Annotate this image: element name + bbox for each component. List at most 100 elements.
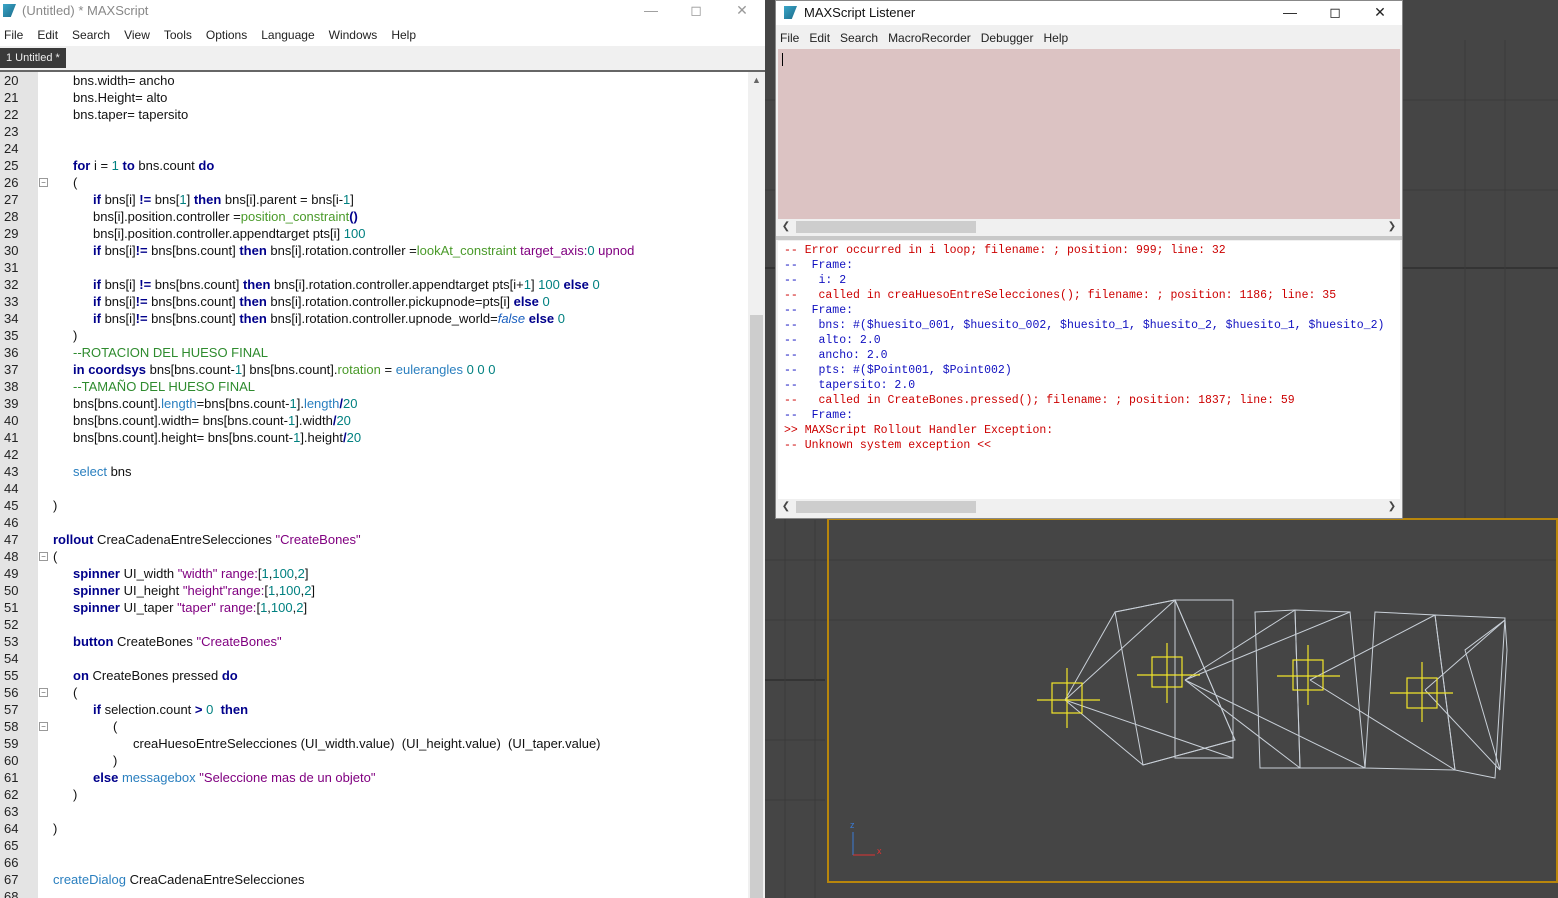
code-line[interactable]: 42: [0, 446, 748, 463]
code-line[interactable]: 36 --ROTACION DEL HUESO FINAL: [0, 344, 748, 361]
scroll-right-arrow-icon[interactable]: ❯: [1384, 219, 1400, 235]
listener-output-pane[interactable]: -- Error occurred in i loop; filename: ;…: [778, 241, 1400, 499]
code-line[interactable]: 31: [0, 259, 748, 276]
code-line[interactable]: 50 spinner UI_height "height"range:[1,100…: [0, 582, 748, 599]
scroll-right-arrow-icon[interactable]: ❯: [1384, 499, 1400, 515]
code-line[interactable]: 40 bns[bns.count].width= bns[bns.count-1]…: [0, 412, 748, 429]
code-line[interactable]: 53 button CreateBones "CreateBones": [0, 633, 748, 650]
code-line[interactable]: 23: [0, 123, 748, 140]
listener-menu-help[interactable]: Help: [1039, 27, 1072, 49]
maximize-icon[interactable]: ◻: [673, 0, 719, 22]
input-horizontal-scrollbar[interactable]: ❮ ❯: [778, 219, 1400, 235]
output-horizontal-scrollbar[interactable]: ❮ ❯: [778, 499, 1400, 515]
code-editor[interactable]: 20 bns.width= ancho 21 bns.Height= alto 22 bn…: [0, 72, 748, 898]
code-line[interactable]: 21 bns.Height= alto: [0, 89, 748, 106]
code-line[interactable]: 34 if bns[i]!= bns[bns.count] then bns[i]…: [0, 310, 748, 327]
code-line[interactable]: 67 createDialog CreaCadenaEntreSeleccione…: [0, 871, 748, 888]
listener-menu-macrorecorder[interactable]: MacroRecorder: [884, 27, 975, 49]
code-line[interactable]: 29 bns[i].position.controller.appendtarge…: [0, 225, 748, 242]
close-icon[interactable]: ✕: [1357, 1, 1403, 25]
code-line[interactable]: 26 − (: [0, 174, 748, 191]
line-number: 49: [4, 566, 19, 581]
code-line[interactable]: 52: [0, 616, 748, 633]
code-line[interactable]: 47 rollout CreaCadenaEntreSelecciones "Cr…: [0, 531, 748, 548]
editor-scroll-thumb[interactable]: [750, 315, 763, 898]
listener-menu-debugger[interactable]: Debugger: [977, 27, 1038, 49]
output-scroll-thumb[interactable]: [796, 501, 976, 513]
code-line[interactable]: 27 if bns[i] != bns[1] then bns[i].parent…: [0, 191, 748, 208]
editor-tabbar: 1 Untitled *: [0, 46, 765, 72]
listener-menu-edit[interactable]: Edit: [805, 27, 834, 49]
editor-menu-tools[interactable]: Tools: [160, 24, 196, 46]
code-line[interactable]: 61 else messagebox "Seleccione mas de un …: [0, 769, 748, 786]
code-token: ): [53, 498, 58, 513]
code-line[interactable]: 55 on CreateBones pressed do: [0, 667, 748, 684]
scroll-up-arrow-icon[interactable]: ▲: [748, 72, 765, 89]
code-line[interactable]: 44: [0, 480, 748, 497]
editor-menu-help[interactable]: Help: [387, 24, 420, 46]
line-number: 27: [4, 192, 19, 207]
code-line[interactable]: 46: [0, 514, 748, 531]
code-line[interactable]: 58 − (: [0, 718, 748, 735]
close-icon[interactable]: ✕: [719, 0, 765, 22]
minimize-icon[interactable]: —: [628, 0, 674, 22]
fold-toggle-icon[interactable]: −: [39, 178, 48, 187]
code-line[interactable]: 30 if bns[i]!= bns[bns.count] then bns[i]…: [0, 242, 748, 259]
code-line[interactable]: 60): [0, 752, 748, 769]
editor-menu-view[interactable]: View: [120, 24, 154, 46]
line-number: 45: [4, 498, 19, 513]
line-number: 53: [4, 634, 19, 649]
code-line[interactable]: 35): [0, 327, 748, 344]
code-line[interactable]: 51 spinner UI_taper "taper" range:[1,100,…: [0, 599, 748, 616]
code-line[interactable]: 28 bns[i].position.controller =position_c…: [0, 208, 748, 225]
code-line[interactable]: 32 if bns[i] != bns[bns.count] then bns[i…: [0, 276, 748, 293]
code-line[interactable]: 39 bns[bns.count].length=bns[bns.count-1]…: [0, 395, 748, 412]
code-line[interactable]: 59 creaHuesoEntreSelecciones (UI_width.va…: [0, 735, 748, 752]
code-line[interactable]: 54: [0, 650, 748, 667]
tab-untitled[interactable]: 1 Untitled *: [0, 48, 66, 68]
code-line[interactable]: 22 bns.taper= tapersito: [0, 106, 748, 123]
editor-menu-edit[interactable]: Edit: [33, 24, 62, 46]
code-line[interactable]: 43 select bns: [0, 463, 748, 480]
code-line[interactable]: 45): [0, 497, 748, 514]
editor-menu-search[interactable]: Search: [68, 24, 114, 46]
code-line[interactable]: 65: [0, 837, 748, 854]
code-line[interactable]: 57 if selection.count > 0 then: [0, 701, 748, 718]
minimize-icon[interactable]: —: [1267, 1, 1313, 25]
code-line[interactable]: 64): [0, 820, 748, 837]
editor-menu-file[interactable]: File: [0, 24, 27, 46]
listener-input-pane[interactable]: [778, 49, 1400, 219]
listener-menu-file[interactable]: File: [776, 27, 803, 49]
code-token: (: [53, 549, 58, 564]
code-line[interactable]: 48 −(: [0, 548, 748, 565]
listener-menu-search[interactable]: Search: [836, 27, 882, 49]
output-line: -- Frame:: [784, 304, 854, 317]
fold-toggle-icon[interactable]: −: [39, 722, 48, 731]
pane-splitter[interactable]: [776, 236, 1402, 240]
input-scroll-thumb[interactable]: [796, 221, 976, 233]
scroll-left-arrow-icon[interactable]: ❮: [778, 499, 794, 515]
code-line[interactable]: 20 bns.width= ancho: [0, 72, 748, 89]
editor-menu-options[interactable]: Options: [202, 24, 251, 46]
editor-titlebar[interactable]: (Untitled) * MAXScript — ◻ ✕: [0, 0, 765, 22]
maximize-icon[interactable]: ◻: [1312, 1, 1358, 25]
code-line[interactable]: 49 spinner UI_width "width" range:[1,100,…: [0, 565, 748, 582]
code-line[interactable]: 68: [0, 888, 748, 898]
code-line[interactable]: 25 for i = 1 to bns.count do: [0, 157, 748, 174]
code-line[interactable]: 41 bns[bns.count].height= bns[bns.count-1…: [0, 429, 748, 446]
editor-menu-windows[interactable]: Windows: [325, 24, 382, 46]
code-line[interactable]: 62): [0, 786, 748, 803]
code-token: if: [93, 311, 101, 326]
code-line[interactable]: 37 in coordsys bns[bns.count-1] bns[bns.c…: [0, 361, 748, 378]
code-line[interactable]: 66: [0, 854, 748, 871]
code-line[interactable]: 56 − (: [0, 684, 748, 701]
code-line[interactable]: 24: [0, 140, 748, 157]
code-line[interactable]: 63: [0, 803, 748, 820]
listener-titlebar[interactable]: MAXScript Listener — ◻ ✕: [776, 1, 1402, 25]
fold-toggle-icon[interactable]: −: [39, 552, 48, 561]
scroll-left-arrow-icon[interactable]: ❮: [778, 219, 794, 235]
code-line[interactable]: 33 if bns[i]!= bns[bns.count] then bns[i]…: [0, 293, 748, 310]
editor-menu-language[interactable]: Language: [257, 24, 318, 46]
fold-toggle-icon[interactable]: −: [39, 688, 48, 697]
code-line[interactable]: 38 --TAMAÑO DEL HUESO FINAL: [0, 378, 748, 395]
